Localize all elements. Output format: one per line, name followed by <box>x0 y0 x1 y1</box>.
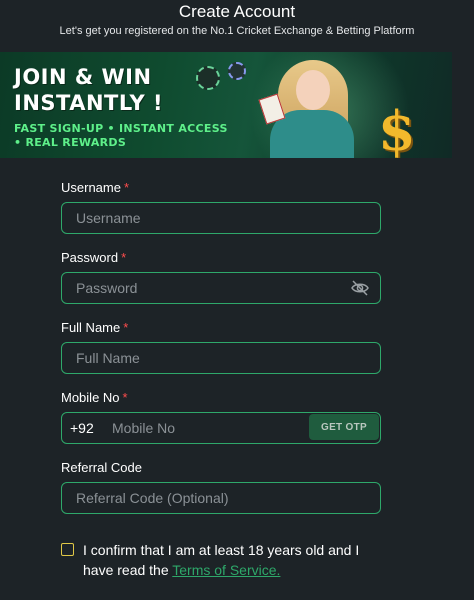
consent-text: I confirm that I am at least 18 years ol… <box>83 540 391 580</box>
username-input[interactable] <box>62 203 350 233</box>
password-input[interactable] <box>62 273 350 303</box>
age-consent-checkbox[interactable] <box>61 543 74 556</box>
age-consent: I confirm that I am at least 18 years ol… <box>61 540 391 580</box>
page-header: Create Account Let's get you registered … <box>0 0 474 39</box>
username-field-wrapper <box>61 202 381 234</box>
full-name-input[interactable] <box>62 343 350 373</box>
referral-field-wrapper <box>61 482 381 514</box>
chip-decoration <box>228 62 246 80</box>
mobile-input[interactable] <box>98 413 296 443</box>
promo-banner: $ JOIN & WIN INSTANTLY ! FAST SIGN-UP • … <box>0 52 452 158</box>
username-label-text: Username <box>61 180 121 195</box>
required-mark: * <box>121 250 127 265</box>
chip-decoration <box>196 66 220 90</box>
referral-label: Referral Code <box>61 460 381 476</box>
registration-form: Username* Password* Full Name* Mobile No… <box>61 172 381 514</box>
banner-tagline-line2: • REAL REWARDS <box>14 136 127 149</box>
page-subtitle: Let's get you registered on the No.1 Cri… <box>59 25 415 37</box>
eye-off-icon[interactable] <box>350 279 370 297</box>
banner-headline-line1: JOIN & WIN <box>14 65 152 89</box>
mobile-label: Mobile No * <box>61 390 381 406</box>
dollar-sign-icon: $ <box>378 99 416 158</box>
required-mark: * <box>123 180 130 195</box>
full-name-field-wrapper <box>61 342 381 374</box>
terms-link[interactable]: Terms of Service. <box>172 562 280 578</box>
banner-tagline-line1: FAST SIGN-UP • INSTANT ACCESS <box>14 122 228 135</box>
banner-tagline: FAST SIGN-UP • INSTANT ACCESS • REAL REW… <box>14 122 228 150</box>
referral-label-text: Referral Code <box>61 460 142 475</box>
full-name-label: Full Name * <box>61 320 381 336</box>
username-label: Username * <box>61 180 381 196</box>
banner-headline: JOIN & WIN INSTANTLY ! <box>14 64 163 116</box>
banner-model-face <box>296 70 330 110</box>
password-field-wrapper <box>61 272 381 304</box>
password-label: Password * <box>61 250 381 266</box>
get-otp-button[interactable]: GET OTP <box>309 414 379 440</box>
referral-input[interactable] <box>62 483 350 513</box>
mobile-field-wrapper: +92 GET OTP <box>61 412 381 444</box>
page-title: Create Account <box>178 2 296 21</box>
password-label-text: Password <box>61 250 119 265</box>
required-mark: * <box>122 390 128 405</box>
full-name-label-text: Full Name <box>61 320 121 335</box>
required-mark: * <box>123 320 129 335</box>
mobile-label-text: Mobile No <box>61 390 120 405</box>
country-code: +92 <box>70 420 94 436</box>
banner-headline-line2: INSTANTLY ! <box>14 91 164 115</box>
